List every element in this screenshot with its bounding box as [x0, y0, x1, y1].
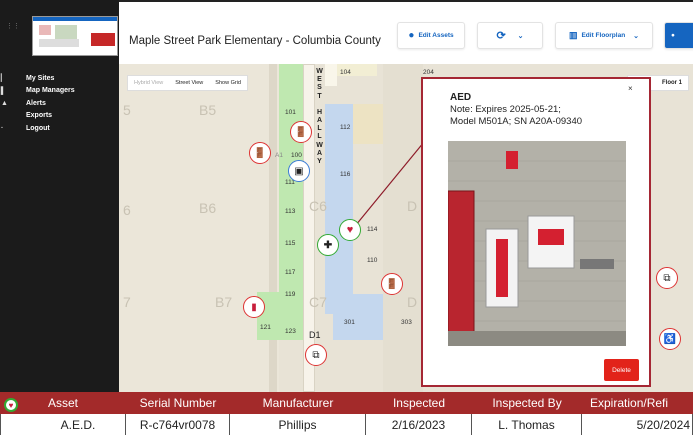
table-cell-manufacturer: Phillips — [230, 414, 366, 435]
first-aid-marker[interactable]: ✚ — [317, 234, 339, 256]
stairs-marker[interactable]: ⧉ — [305, 344, 327, 366]
delete-button[interactable]: Delete — [604, 359, 639, 381]
chevron-down-icon: ⌄ — [517, 32, 524, 40]
heart-icon: ♥ — [8, 400, 14, 410]
sidebar-item-exports[interactable]: Exports — [0, 110, 119, 123]
elevator-icon: ▣ — [294, 165, 304, 177]
asset-table: Asset Serial Number Manufacturer Inspect… — [0, 392, 693, 435]
first-aid-icon: ✚ — [323, 239, 333, 251]
elevator-marker[interactable]: ▣ — [288, 160, 310, 182]
table-cell-inspected-by: L. Thomas — [472, 414, 582, 435]
sidebar-item-my-sites[interactable]: ▏ My Sites — [0, 72, 119, 85]
more-icon: ● — [671, 32, 675, 39]
popup-header: AED Note: Expires 2025-05-21; Model M501… — [450, 92, 582, 128]
table-header: Asset Serial Number Manufacturer Inspect… — [0, 392, 693, 414]
aed-row-marker[interactable]: ♥ — [4, 398, 18, 412]
sidebar: ⋮⋮ ▏ My Sites ▍ Map Managers ▲ Alerts Ex… — [0, 0, 119, 392]
exit-icon: 🚪 — [253, 147, 267, 159]
close-icon[interactable]: × — [628, 84, 633, 93]
table-cell-inspected: 2/16/2023 — [366, 414, 472, 435]
exit-marker[interactable]: 🚪 — [249, 142, 271, 164]
stairs-icon: ⧉ — [663, 272, 671, 284]
map-icon: ▍ — [1, 87, 7, 95]
column-header-inspected-by[interactable]: Inspected By — [472, 392, 582, 414]
aed-marker[interactable]: ♥ — [339, 219, 361, 241]
handle-icon: ⋮⋮ — [6, 23, 20, 30]
heart-icon: ♥ — [346, 224, 354, 236]
site-thumbnail[interactable] — [32, 16, 118, 56]
floorplan-map[interactable]: 5 B5 6 B6 7 B7 C6 C7 D1 D D WEST HALLWAY… — [119, 64, 693, 392]
stairs-marker[interactable]: ⧉ — [656, 267, 678, 289]
sidebar-menu: ▏ My Sites ▍ Map Managers ▲ Alerts Expor… — [0, 72, 119, 135]
sidebar-item-map-managers[interactable]: ▍ Map Managers — [0, 85, 119, 98]
sidebar-item-alerts[interactable]: ▲ Alerts — [0, 97, 119, 110]
fire-extinguisher-icon: ▮ — [251, 301, 257, 313]
table-cell-asset: A.E.D. — [0, 414, 126, 435]
wheelchair-icon: ♿ — [663, 333, 677, 345]
popup-note-model: Model M501A; SN A20A-09340 — [450, 116, 583, 127]
fire-extinguisher-marker[interactable]: ▮ — [243, 296, 265, 318]
refresh-icon: ⟳ — [496, 30, 506, 42]
table-row[interactable]: A.E.D. R-c764vr0078 Phillips 2/16/2023 L… — [0, 414, 693, 435]
column-header-expiration[interactable]: Expiration/Refi — [582, 392, 693, 414]
site-title: Maple Street Park Elementary - Columbia … — [129, 35, 381, 47]
popup-title: AED — [450, 92, 472, 103]
column-header-inspected[interactable]: Inspected — [366, 392, 472, 414]
stairs-icon: ⧉ — [312, 349, 320, 361]
logout-icon: · — [1, 124, 4, 132]
exit-marker[interactable]: 🚪 — [290, 121, 312, 143]
column-header-asset[interactable]: Asset — [0, 392, 126, 414]
column-header-manufacturer[interactable]: Manufacturer — [230, 392, 366, 414]
overflow-button[interactable]: ● — [664, 22, 693, 49]
edit-floorplan-button[interactable]: ▥ Edit Floorplan ⌄ — [555, 22, 653, 49]
edit-assets-button[interactable]: ● Edit Assets — [397, 22, 465, 49]
exit-marker[interactable]: 🚪 — [381, 273, 403, 295]
floorplan-icon: ▥ — [568, 30, 578, 40]
exit-icon: 🚪 — [294, 126, 308, 138]
column-header-serial[interactable]: Serial Number — [126, 392, 230, 414]
top-bar: Maple Street Park Elementary - Columbia … — [119, 0, 693, 64]
building-icon: ▏ — [1, 75, 7, 83]
sync-button[interactable]: ⟳ ⌄ — [477, 22, 543, 49]
asset-photo — [448, 141, 626, 346]
sidebar-item-logout[interactable]: · Logout — [0, 122, 119, 135]
asset-popup: × AED Note: Expires 2025-05-21; Model M5… — [421, 77, 651, 387]
table-cell-expiration: 5/20/2024 — [582, 414, 693, 435]
popup-note: Note: Expires 2025-05-21; — [450, 104, 561, 115]
table-cell-serial: R-c764vr0078 — [126, 414, 230, 435]
wheelchair-marker[interactable]: ♿ — [659, 328, 681, 350]
bell-icon: ▲ — [1, 99, 8, 107]
exit-icon: 🚪 — [385, 278, 399, 290]
location-pin-icon: ● — [408, 30, 415, 41]
chevron-down-icon: ⌄ — [633, 32, 640, 40]
